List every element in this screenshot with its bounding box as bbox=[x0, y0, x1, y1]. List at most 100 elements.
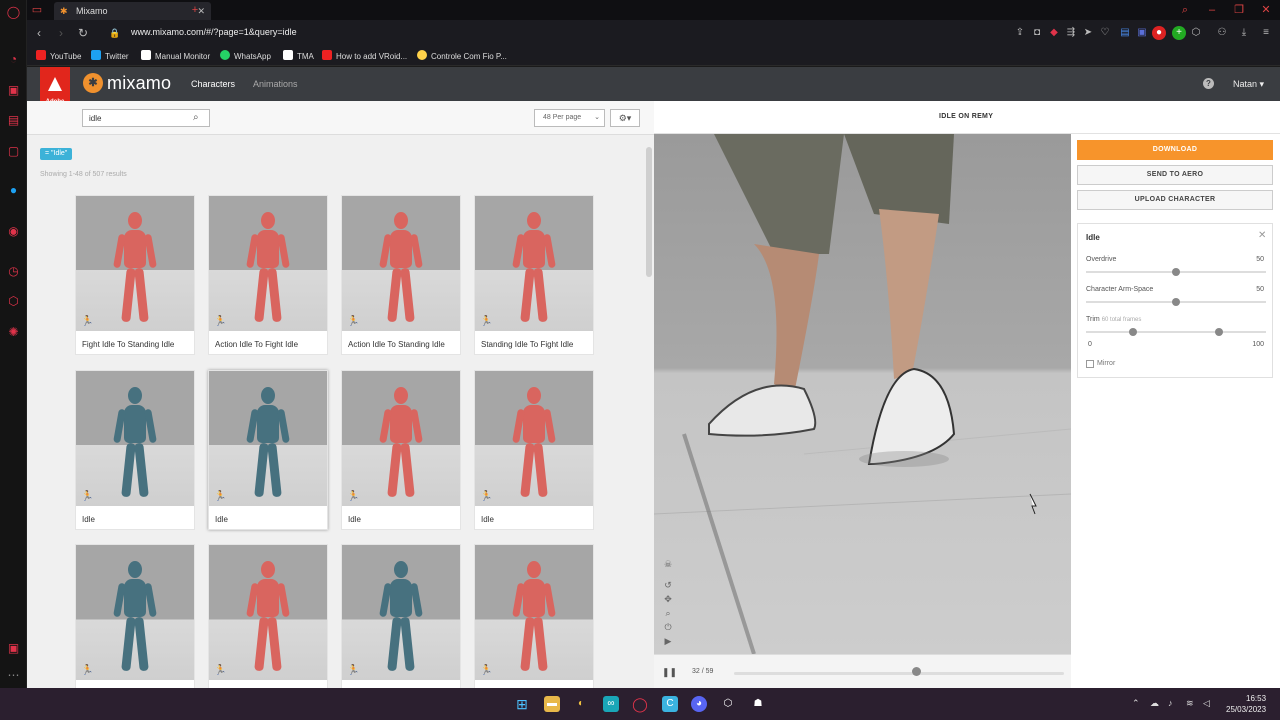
animation-thumbnail[interactable]: 🏃 bbox=[475, 545, 593, 680]
animation-card[interactable]: 🏃 Action Idle To Fight Idle bbox=[208, 195, 328, 355]
heart-icon[interactable]: ♡ bbox=[1098, 26, 1112, 40]
trim-slider[interactable] bbox=[1086, 331, 1266, 333]
bookmark-youtube[interactable]: YouTube bbox=[36, 50, 81, 63]
c-app-icon[interactable]: C bbox=[662, 696, 678, 712]
forward-icon[interactable]: › bbox=[53, 25, 69, 41]
extension-icon[interactable]: ▣ bbox=[1135, 26, 1149, 40]
twitter-icon[interactable]: ● bbox=[6, 183, 21, 198]
close-icon[interactable]: ✕ bbox=[1258, 230, 1266, 241]
cube-icon[interactable]: ⬡ bbox=[6, 294, 21, 309]
maximize-icon[interactable]: ❐ bbox=[1229, 2, 1249, 18]
box-icon[interactable]: ⬡ bbox=[1189, 26, 1203, 40]
bag-icon[interactable]: ▣ bbox=[6, 83, 21, 98]
reset-view-icon[interactable]: ↺ bbox=[662, 579, 674, 591]
volume-icon[interactable]: ◁ bbox=[1203, 698, 1210, 709]
power-icon[interactable]: ⏻ bbox=[662, 621, 674, 633]
trim-end-handle[interactable] bbox=[1215, 328, 1223, 336]
pause-icon[interactable]: ❚❚ bbox=[662, 667, 677, 678]
nav-animations[interactable]: Animations bbox=[253, 79, 298, 89]
animation-thumbnail[interactable]: 🏃 bbox=[342, 196, 460, 331]
animation-card[interactable]: 🏃 bbox=[341, 544, 461, 688]
instagram-icon[interactable]: ▢ bbox=[6, 144, 21, 159]
bookmark-manual-monitor[interactable]: Manual Monitor bbox=[141, 50, 210, 63]
animation-thumbnail[interactable]: 🏃 bbox=[76, 196, 194, 331]
opera-logo-icon[interactable]: ◯ bbox=[6, 5, 21, 20]
user-menu[interactable]: Natan ▾ bbox=[1233, 79, 1264, 90]
animation-thumbnail[interactable]: 🏃 bbox=[209, 196, 327, 331]
workspace-icon[interactable]: ▭ bbox=[27, 2, 47, 18]
start-icon[interactable]: ⊞ bbox=[514, 696, 530, 712]
new-tab-icon[interactable]: + bbox=[185, 2, 205, 18]
animation-card[interactable]: 🏃 Idle bbox=[474, 370, 594, 530]
settings-icon[interactable]: ✺ bbox=[6, 325, 21, 340]
gallery-icon[interactable]: ▣ bbox=[6, 641, 21, 656]
ghost-app-icon[interactable]: ☗ bbox=[750, 696, 766, 712]
player-icon[interactable]: ◉ bbox=[6, 224, 21, 239]
arduino-icon[interactable]: ∞ bbox=[603, 696, 619, 712]
timeline-track[interactable] bbox=[734, 672, 1064, 675]
url-field[interactable]: www.mixamo.com/#/?page=1&query=idle bbox=[131, 27, 297, 37]
back-icon[interactable]: ‹ bbox=[31, 25, 47, 41]
bookmark-tma[interactable]: TMA bbox=[283, 50, 314, 63]
upload-character-button[interactable]: UPLOAD CHARACTER bbox=[1077, 190, 1273, 210]
animation-card[interactable]: 🏃 Idle bbox=[75, 370, 195, 530]
history-icon[interactable]: ◷ bbox=[6, 264, 21, 279]
camera-icon[interactable]: ▶ bbox=[662, 635, 674, 647]
more-icon[interactable]: ⋯ bbox=[6, 668, 21, 683]
discord-icon[interactable]: ◕ bbox=[691, 696, 707, 712]
speed-dial-icon[interactable]: ◔ bbox=[6, 52, 21, 67]
twitch-icon[interactable]: ▤ bbox=[6, 113, 21, 128]
animation-thumbnail[interactable]: 🏃 bbox=[475, 371, 593, 506]
menu-icon[interactable]: ≡ bbox=[1259, 26, 1273, 40]
microphone-icon[interactable]: ♪ bbox=[1168, 698, 1173, 708]
download-icon[interactable]: ⤓ bbox=[1237, 26, 1251, 40]
per-page-select[interactable]: 48 Per page ⌄ bbox=[534, 109, 605, 127]
animation-thumbnail[interactable]: 🏃 bbox=[475, 196, 593, 331]
nav-characters[interactable]: Characters bbox=[191, 79, 235, 89]
help-icon[interactable]: ? bbox=[1203, 78, 1214, 89]
3d-viewport[interactable]: ☠ ↺ ✥ ⌕ ⏻ ▶ bbox=[654, 134, 1071, 654]
opera-icon[interactable]: ◯ bbox=[632, 696, 648, 712]
animation-thumbnail[interactable]: 🏃 bbox=[76, 545, 194, 680]
shield-icon[interactable]: ◆ bbox=[1047, 26, 1061, 40]
bookmark-twitter[interactable]: Twitter bbox=[91, 50, 129, 63]
scrollbar[interactable] bbox=[644, 135, 654, 688]
translate-icon[interactable]: ▤ bbox=[1118, 26, 1132, 40]
flow-icon[interactable]: ⇶ bbox=[1064, 26, 1078, 40]
reload-icon[interactable]: ↻ bbox=[75, 25, 91, 41]
settings-dropdown-button[interactable]: ⚙▾ bbox=[610, 109, 640, 127]
animation-card[interactable]: 🏃 Idle bbox=[208, 370, 328, 530]
file-explorer-icon[interactable]: ▬ bbox=[544, 696, 560, 712]
animation-thumbnail[interactable]: 🏃 bbox=[209, 545, 327, 680]
filter-tag[interactable]: = "Idle" bbox=[40, 148, 73, 160]
system-clock[interactable]: 16:53 25/03/2023 bbox=[1226, 693, 1266, 715]
share-icon[interactable]: ⇪ bbox=[1013, 26, 1027, 40]
search-input[interactable] bbox=[82, 109, 210, 127]
animation-card[interactable]: 🏃 Standing Idle To Fight Idle bbox=[474, 195, 594, 355]
animation-card[interactable]: 🏃 bbox=[474, 544, 594, 688]
onenote-icon[interactable]: ◐ bbox=[573, 696, 589, 712]
animation-thumbnail[interactable]: 🏃 bbox=[342, 371, 460, 506]
animation-card[interactable]: 🏃 Idle bbox=[341, 370, 461, 530]
animation-thumbnail[interactable]: 🏃 bbox=[209, 371, 327, 506]
trim-start-handle[interactable] bbox=[1129, 328, 1137, 336]
profile-extension-icon[interactable]: ● bbox=[1152, 26, 1166, 40]
mixamo-logo-text[interactable]: mixamo bbox=[107, 73, 171, 94]
bookmark-controle[interactable]: Controle Com Fio P... bbox=[417, 50, 507, 63]
wifi-icon[interactable]: ≋ bbox=[1186, 698, 1194, 709]
unity-icon[interactable]: ⬡ bbox=[720, 696, 736, 712]
mirror-checkbox[interactable] bbox=[1086, 360, 1094, 368]
tray-chevron-icon[interactable]: ⌃ bbox=[1132, 698, 1140, 709]
close-window-icon[interactable]: ✕ bbox=[1256, 2, 1276, 18]
send-to-aero-button[interactable]: SEND TO AERO bbox=[1077, 165, 1273, 185]
camera-icon[interactable]: ◘ bbox=[1030, 26, 1044, 40]
minimize-icon[interactable]: – bbox=[1202, 2, 1222, 18]
search-icon[interactable]: ⌕ bbox=[193, 112, 205, 124]
bookmark-vroid[interactable]: How to add VRoid... bbox=[322, 50, 407, 63]
add-extension-icon[interactable]: + bbox=[1172, 26, 1186, 40]
download-button[interactable]: DOWNLOAD bbox=[1077, 140, 1273, 160]
animation-thumbnail[interactable]: 🏃 bbox=[76, 371, 194, 506]
overdrive-slider-handle[interactable] bbox=[1172, 268, 1180, 276]
search-tabs-icon[interactable]: ⌕ bbox=[1175, 2, 1195, 18]
cloud-icon[interactable]: ☁ bbox=[1150, 698, 1159, 709]
